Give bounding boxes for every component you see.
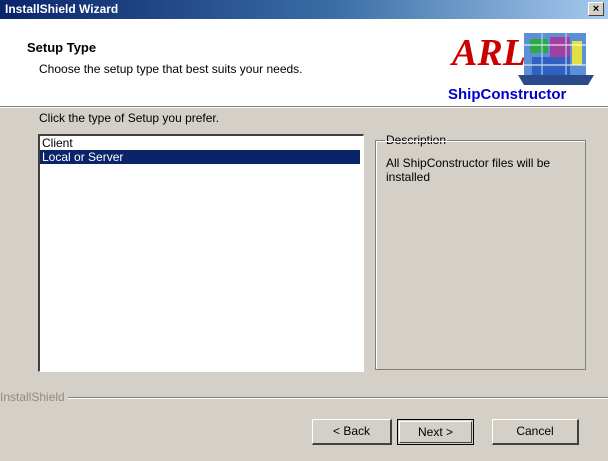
footer-divider-highlight [68,398,608,399]
ship-model-icon [518,33,594,85]
header-banner: Setup Type Choose the setup type that be… [0,19,608,107]
description-group: Description All ShipConstructor files wi… [375,133,586,370]
back-button[interactable]: < Back [312,419,392,445]
title-bar[interactable]: InstallShield Wizard × [0,0,608,19]
logo-arl-text: ARL [450,32,526,74]
description-text: All ShipConstructor files will be instal… [386,156,551,184]
shipconstructor-logo: ARL ShipConstructor [448,32,594,103]
window-title: InstallShield Wizard [5,2,119,16]
setup-type-listbox[interactable]: Client Local or Server [38,134,364,372]
logo-shipconstructor-text: ShipConstructor [448,86,566,103]
next-button[interactable]: Next > [397,419,474,445]
page-title: Setup Type [27,40,97,55]
header-separator [0,107,608,108]
cancel-button[interactable]: Cancel [492,419,579,445]
close-icon: × [592,3,600,15]
page-subtitle: Choose the setup type that best suits yo… [39,62,303,76]
list-item-client[interactable]: Client [40,136,360,150]
next-button-label: Next > [399,421,472,443]
installshield-brand: InstallShield [0,390,65,404]
list-item-local-or-server[interactable]: Local or Server [40,150,360,164]
setup-type-prompt: Click the type of Setup you prefer. [39,111,220,125]
close-button[interactable]: × [588,2,604,16]
description-legend: Description [385,133,448,147]
